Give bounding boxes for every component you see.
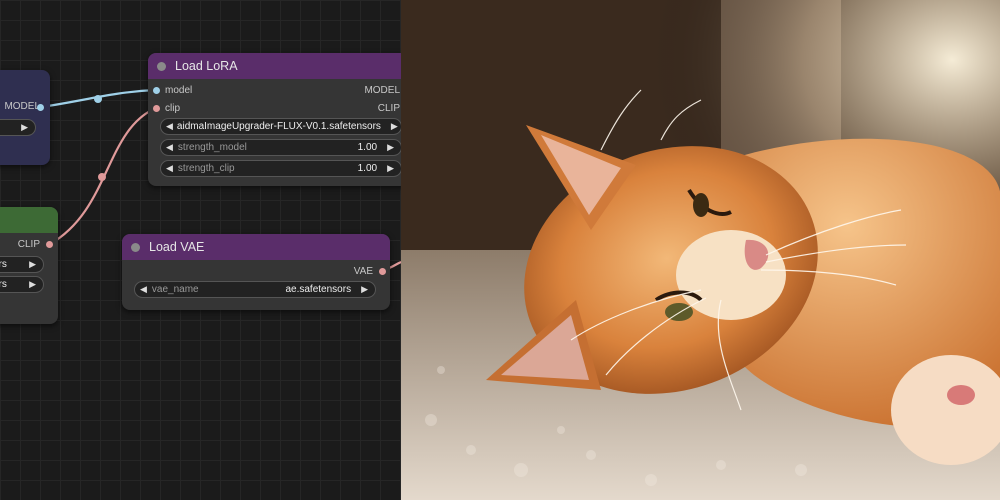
cat-photo [401,0,1000,500]
vae-output-dot[interactable] [379,268,386,275]
chevron-left-icon[interactable]: ◀ [166,142,173,153]
strength-model-widget[interactable]: ◀ strength_model 1.00 ▶ [160,139,401,156]
chevron-right-icon[interactable]: ▶ [29,259,36,270]
chevron-right-icon[interactable]: ▶ [391,121,398,132]
chevron-right-icon[interactable]: ▶ [21,122,28,133]
chevron-left-icon[interactable]: ◀ [140,284,147,295]
clip-loader-header[interactable] [0,207,58,233]
clip-name-widget-1[interactable]: sors ▶ [0,256,44,273]
clip-input-slot[interactable]: clip [165,103,180,117]
load-vae-header[interactable]: Load VAE [122,234,390,260]
load-vae-title: Load VAE [149,240,205,254]
generated-image-preview [401,0,1000,500]
vae-name-label: vae_name [151,284,199,295]
clip-output-label: CLIP [17,239,40,250]
chevron-right-icon[interactable]: ▶ [29,279,36,290]
lora-clip-output-label: CLIP [377,103,400,114]
clip-link-midpoint [98,173,106,181]
clip-input-dot[interactable] [153,105,160,112]
model-link-midpoint [94,95,102,103]
clip-output-slot[interactable]: CLIP [0,239,40,253]
model-output-dot[interactable] [37,104,44,111]
node-status-dot-icon [157,61,166,71]
clip-output-slot[interactable]: CLIP [378,103,400,117]
node-status-dot-icon [131,242,140,252]
clip-name-suffix-1: sors [0,259,7,270]
chevron-right-icon[interactable]: ▶ [387,163,394,174]
clip-loader-node[interactable]: CLIP sors ▶ sors ▶ [0,207,58,324]
lora-name-widget[interactable]: ◀ aidmaImageUpgrader-FLUX-V0.1.safetenso… [160,118,401,135]
chevron-right-icon[interactable]: ▶ [361,284,368,295]
node-graph-canvas[interactable]: MODEL rs ▶ CLIP sors ▶ sors ▶ Load LoRA [0,0,401,500]
chevron-right-icon[interactable]: ▶ [387,142,394,153]
clip-input-label: clip [165,103,181,114]
strength-clip-label: strength_clip [177,163,235,174]
lora-model-output-label: MODEL [364,85,400,96]
clip-name-widget-2[interactable]: sors ▶ [0,276,44,293]
model-output-slot[interactable]: MODEL [364,85,400,99]
strength-model-value: 1.00 [357,142,378,153]
clip-output-dot[interactable] [46,241,53,248]
lora-name-value: aidmaImageUpgrader-FLUX-V0.1.safetensors [176,121,381,132]
model-output-slot[interactable]: MODEL [0,101,40,115]
model-loader-node[interactable]: MODEL rs ▶ [0,70,50,165]
load-vae-node[interactable]: Load VAE VAE ◀ vae_name ae.safetensors ▶ [122,234,390,310]
vae-name-widget[interactable]: ◀ vae_name ae.safetensors ▶ [134,281,376,298]
model-input-dot[interactable] [153,87,160,94]
load-lora-node[interactable]: Load LoRA model clip MODEL CLIP ◀ aidmaI… [148,53,401,186]
strength-clip-widget[interactable]: ◀ strength_clip 1.00 ▶ [160,160,401,177]
strength-clip-value: 1.00 [357,163,378,174]
chevron-left-icon[interactable]: ◀ [166,121,173,132]
clip-name-suffix-2: sors [0,279,7,290]
model-output-label: MODEL [4,101,40,112]
vae-name-value: ae.safetensors [285,284,352,295]
model-input-label: model [165,85,193,96]
chevron-left-icon[interactable]: ◀ [166,163,173,174]
load-lora-title: Load LoRA [175,59,238,73]
load-lora-header[interactable]: Load LoRA [148,53,401,79]
strength-model-label: strength_model [177,142,247,153]
model-input-slot[interactable]: model [165,85,192,99]
model-name-widget[interactable]: rs ▶ [0,119,36,136]
vae-output-label: VAE [353,266,373,277]
vae-output-slot[interactable]: VAE [354,266,373,280]
